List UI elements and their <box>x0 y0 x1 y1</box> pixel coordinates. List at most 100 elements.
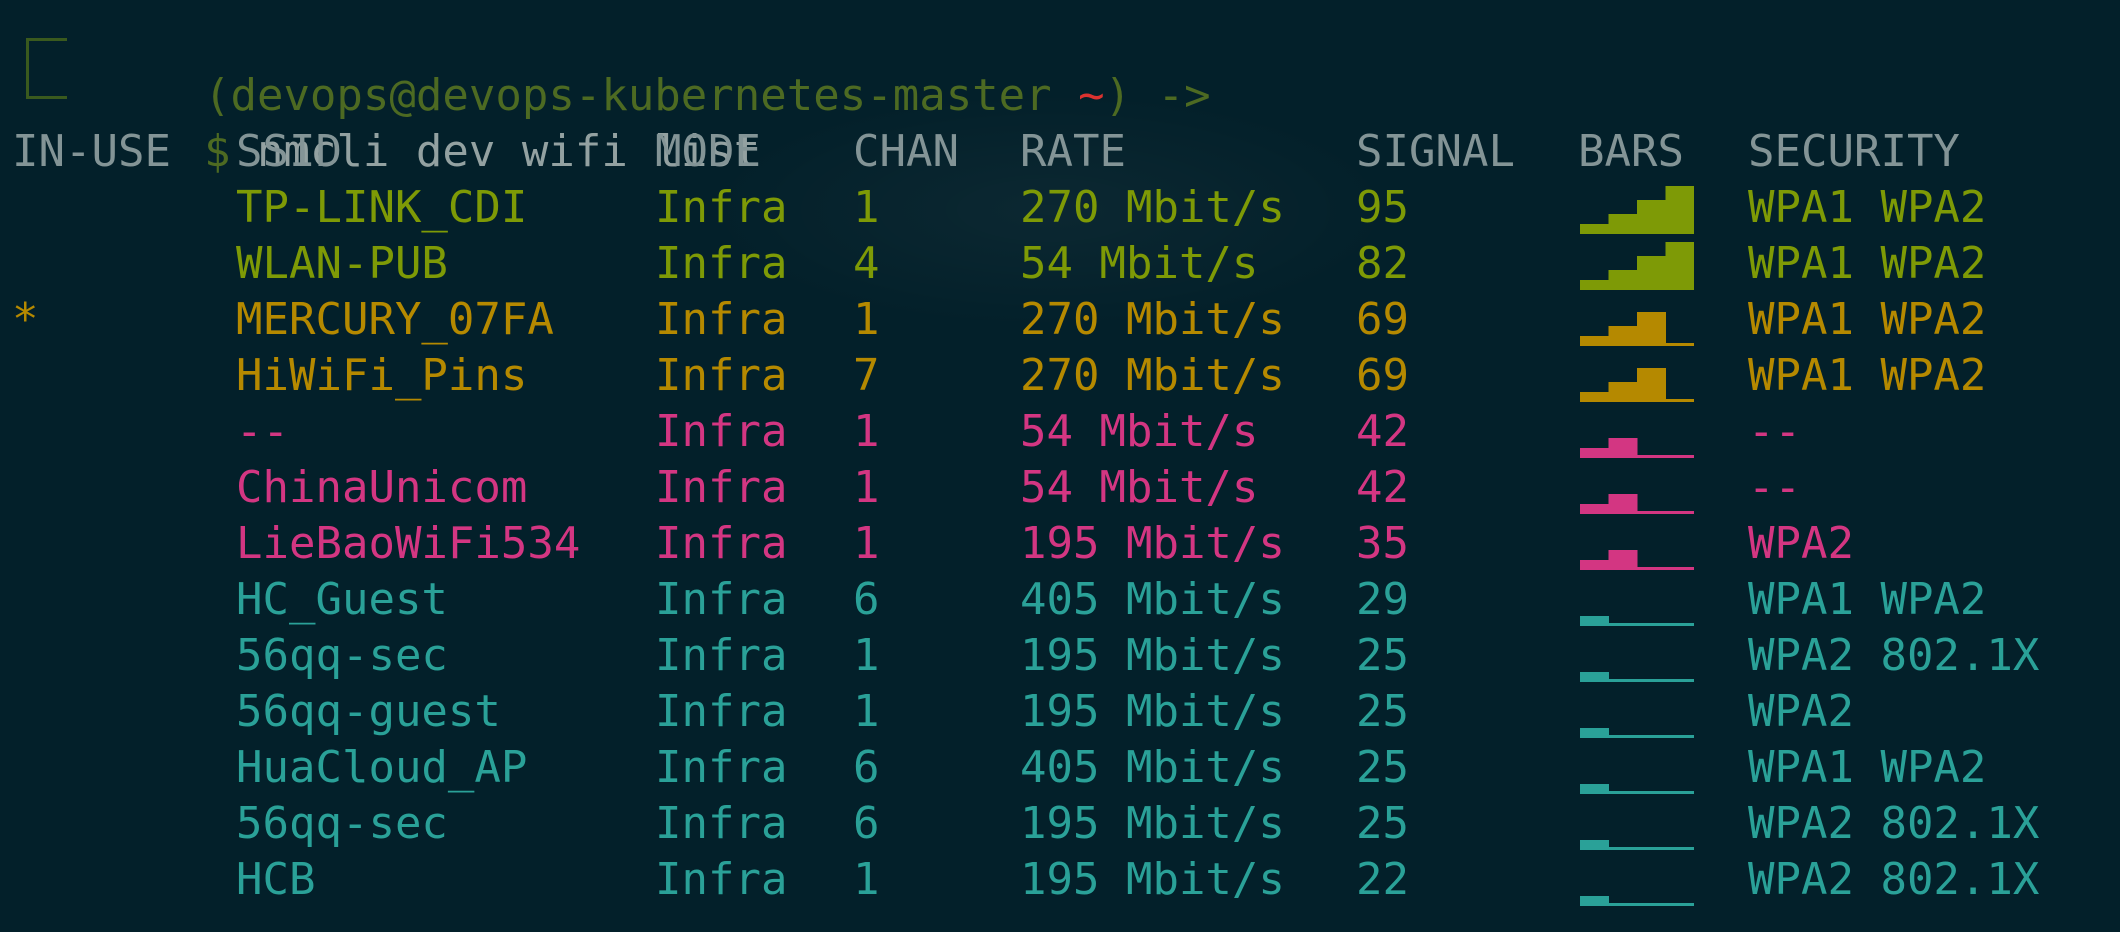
header-chan: CHAN <box>853 126 959 177</box>
prompt-line: (devops@devops-kubernetes-master ~) -> <box>98 12 1211 121</box>
signal-bar-filled <box>1608 494 1638 514</box>
prompt-dollar: $ <box>203 126 231 177</box>
cell-ssid: ChinaUnicom <box>236 462 528 513</box>
cell-security: WPA1 WPA2 <box>1748 294 1987 345</box>
signal-bar-empty <box>1637 679 1666 682</box>
signal-bar-filled <box>1580 336 1609 346</box>
cell-signal: 29 <box>1356 574 1409 625</box>
signal-bar-filled <box>1637 312 1666 346</box>
cell-chan: 1 <box>853 462 880 513</box>
cell-rate: 195 Mbit/s <box>1020 518 1285 569</box>
signal-bar-empty <box>1665 455 1694 458</box>
signal-bar-filled <box>1608 550 1638 570</box>
cell-security: WPA1 WPA2 <box>1748 350 1987 401</box>
signal-bar-empty <box>1637 791 1666 794</box>
cell-mode: Infra <box>655 462 788 513</box>
cell-signal: 69 <box>1356 350 1409 401</box>
header-security: SECURITY <box>1748 126 1960 177</box>
cell-ssid: HC_Guest <box>236 574 448 625</box>
cell-signal: 69 <box>1356 294 1409 345</box>
signal-bar-filled <box>1580 560 1609 570</box>
signal-bars-icon <box>1580 632 1694 682</box>
cell-signal: 42 <box>1356 406 1409 457</box>
header-signal: SIGNAL <box>1356 126 1515 177</box>
signal-bar-filled <box>1580 392 1609 402</box>
cell-rate: 195 Mbit/s <box>1020 686 1285 737</box>
signal-bar-empty <box>1608 791 1638 794</box>
signal-bars-icon <box>1580 408 1694 458</box>
cell-rate: 195 Mbit/s <box>1020 854 1285 905</box>
cell-security: WPA2 <box>1748 518 1854 569</box>
cell-signal: 22 <box>1356 854 1409 905</box>
header-in-use: IN-USE <box>12 126 171 177</box>
header-mode: MODE <box>655 126 761 177</box>
cell-ssid: 56qq-guest <box>236 686 501 737</box>
cell-rate: 270 Mbit/s <box>1020 294 1285 345</box>
cell-rate: 54 Mbit/s <box>1020 462 1259 513</box>
signal-bar-empty <box>1637 511 1666 514</box>
cell-signal: 95 <box>1356 182 1409 233</box>
signal-bar-filled <box>1580 840 1609 850</box>
cell-ssid: HuaCloud_AP <box>236 742 528 793</box>
cell-signal: 25 <box>1356 630 1409 681</box>
cell-rate: 195 Mbit/s <box>1020 630 1285 681</box>
command-line[interactable]: $ nmcli dev wifi list <box>98 68 760 177</box>
cell-chan: 1 <box>853 854 880 905</box>
cell-rate: 270 Mbit/s <box>1020 182 1285 233</box>
signal-bar-filled <box>1608 382 1638 402</box>
cell-security: WPA1 WPA2 <box>1748 574 1987 625</box>
cell-signal: 25 <box>1356 742 1409 793</box>
signal-bars-icon <box>1580 464 1694 514</box>
cell-mode: Infra <box>655 630 788 681</box>
cell-chan: 6 <box>853 574 880 625</box>
cell-chan: 1 <box>853 406 880 457</box>
signal-bar-empty <box>1665 679 1694 682</box>
cell-signal: 25 <box>1356 798 1409 849</box>
signal-bar-empty <box>1665 343 1694 346</box>
terminal-window[interactable]: (devops@devops-kubernetes-master ~) -> $… <box>0 0 2120 932</box>
cell-rate: 54 Mbit/s <box>1020 406 1259 457</box>
cell-chan: 1 <box>853 294 880 345</box>
signal-bar-filled <box>1580 224 1609 234</box>
signal-bar-filled <box>1580 728 1609 738</box>
signal-bar-filled <box>1608 326 1638 346</box>
cell-mode: Infra <box>655 686 788 737</box>
cell-signal: 35 <box>1356 518 1409 569</box>
signal-bar-empty <box>1637 567 1666 570</box>
cell-mode: Infra <box>655 854 788 905</box>
cell-mode: Infra <box>655 406 788 457</box>
cell-mode: Infra <box>655 574 788 625</box>
cell-signal: 25 <box>1356 686 1409 737</box>
signal-bars-icon <box>1580 856 1694 906</box>
prompt-tilde: ~ <box>1078 70 1105 121</box>
cell-chan: 1 <box>853 686 880 737</box>
signal-bars-icon <box>1580 240 1694 290</box>
cell-in-use: * <box>12 294 39 345</box>
signal-bar-filled <box>1580 448 1609 458</box>
cell-mode: Infra <box>655 518 788 569</box>
header-bars: BARS <box>1578 126 1684 177</box>
cell-chan: 4 <box>853 238 880 289</box>
cell-ssid: MERCURY_07FA <box>236 294 554 345</box>
signal-bar-empty <box>1665 623 1694 626</box>
cell-rate: 195 Mbit/s <box>1020 798 1285 849</box>
cell-ssid: -- <box>236 406 289 457</box>
signal-bar-empty <box>1637 623 1666 626</box>
cell-mode: Infra <box>655 798 788 849</box>
cell-security: WPA1 WPA2 <box>1748 182 1987 233</box>
cell-chan: 6 <box>853 798 880 849</box>
signal-bars-icon <box>1580 800 1694 850</box>
cell-chan: 6 <box>853 742 880 793</box>
signal-bars-icon <box>1580 352 1694 402</box>
signal-bar-empty <box>1665 791 1694 794</box>
cell-ssid: TP-LINK_CDI <box>236 182 528 233</box>
signal-bar-filled <box>1580 504 1609 514</box>
signal-bar-filled <box>1608 270 1638 290</box>
signal-bar-filled <box>1608 438 1638 458</box>
cell-rate: 54 Mbit/s <box>1020 238 1259 289</box>
cell-mode: Infra <box>655 742 788 793</box>
cell-chan: 1 <box>853 630 880 681</box>
signal-bar-empty <box>1637 903 1666 906</box>
signal-bar-filled <box>1665 242 1694 290</box>
signal-bars-icon <box>1580 520 1694 570</box>
